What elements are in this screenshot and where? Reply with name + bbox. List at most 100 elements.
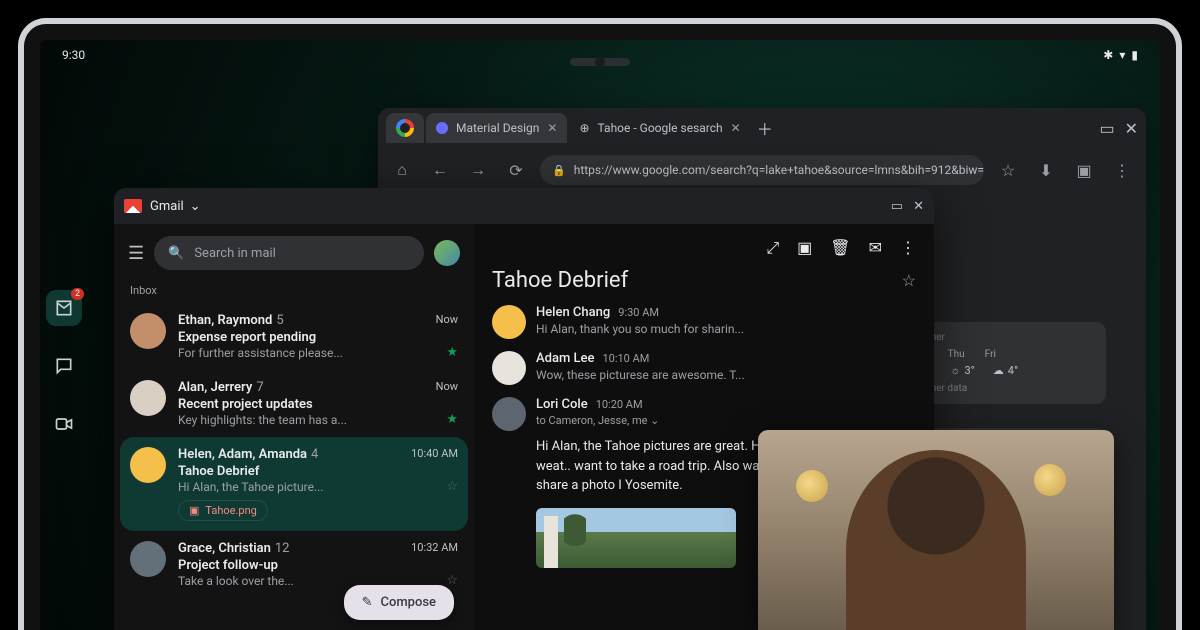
expand-icon[interactable]: ⤢ xyxy=(766,238,779,258)
star-icon[interactable]: ☆ xyxy=(902,271,916,290)
forward-icon[interactable]: → xyxy=(464,160,492,180)
message-snippet: Hi Alan, thank you so much for sharin... xyxy=(536,322,916,336)
sender-name: Helen, Adam, Amanda xyxy=(178,447,307,462)
email-subject: Project follow-up xyxy=(178,558,458,573)
delete-icon[interactable]: 🗑 xyxy=(830,238,850,258)
inbox-label: Inbox xyxy=(120,274,468,303)
attachment-chip[interactable]: ▣Tahoe.png xyxy=(178,500,268,521)
email-time: 10:40 AM xyxy=(411,447,458,462)
window-controls: ▭ ✕ xyxy=(1099,119,1138,138)
compose-button[interactable]: ✎ Compose xyxy=(344,585,454,620)
home-icon[interactable]: ⌂ xyxy=(388,160,416,180)
app-dock xyxy=(40,250,88,630)
star-icon[interactable]: ☆ xyxy=(446,479,458,494)
battery-icon: ▮ xyxy=(1131,48,1138,62)
new-tab-button[interactable]: ＋ xyxy=(753,116,777,140)
email-snippet: Key highlights: the team has a... xyxy=(178,413,347,427)
gmail-title-text: Gmail xyxy=(150,199,184,214)
sender-avatar xyxy=(130,380,166,416)
star-icon[interactable]: ★ xyxy=(446,412,458,427)
email-subject: Expense report pending xyxy=(178,330,458,345)
star-icon[interactable]: ☆ xyxy=(446,573,458,588)
email-list-pane: ☰ 🔍 Search in mail Inbox Ethan, Raymond5… xyxy=(114,224,474,630)
message-time: 10:10 AM xyxy=(602,352,649,365)
thread-count: 5 xyxy=(276,313,283,328)
image-icon: ▣ xyxy=(189,504,199,517)
thread-title: Tahoe Debrief xyxy=(492,268,628,293)
search-input[interactable]: 🔍 Search in mail xyxy=(154,236,424,270)
message-sender: Adam Lee xyxy=(536,351,594,366)
status-time: 9:30 xyxy=(62,48,85,62)
sender-avatar xyxy=(130,447,166,483)
email-item[interactable]: Alan, Jerrery7 Now Recent project update… xyxy=(120,370,468,437)
gmail-app-title[interactable]: Gmail ⌄ xyxy=(150,199,883,214)
extensions-icon[interactable]: ▣ xyxy=(1070,161,1098,180)
weather-day: Fri xyxy=(985,349,996,360)
weather-day: Thu xyxy=(948,349,965,360)
mark-unread-icon[interactable]: ✉ xyxy=(869,238,882,258)
tab-label: Tahoe - Google sesarch xyxy=(598,121,723,135)
close-window-icon[interactable]: ✕ xyxy=(1125,119,1138,138)
weather-footer: Weather data xyxy=(908,383,1094,394)
cloud-icon: ☁ xyxy=(993,364,1004,377)
dock-video-icon[interactable] xyxy=(46,406,82,442)
message-recipients[interactable]: to Cameron, Jesse, me ⌄ xyxy=(536,414,812,427)
tab-material-design[interactable]: Material Design ✕ xyxy=(426,113,567,143)
maximize-icon[interactable]: ▭ xyxy=(891,199,903,214)
search-icon: 🔍 xyxy=(168,246,184,261)
video-call-pip[interactable] xyxy=(758,430,1114,630)
video-participant xyxy=(846,450,1026,630)
hamburger-menu-icon[interactable]: ☰ xyxy=(128,243,144,264)
email-snippet: Take a look over the... xyxy=(178,574,294,588)
chrome-icon xyxy=(396,119,414,137)
attached-image[interactable] xyxy=(536,508,736,568)
tab-1[interactable] xyxy=(386,113,424,143)
gmail-logo-icon xyxy=(124,199,142,213)
more-icon[interactable]: ⋮ xyxy=(900,238,916,258)
material-favicon-icon xyxy=(436,122,448,134)
weather-title: Weather xyxy=(908,332,1094,343)
email-subject: Tahoe Debrief xyxy=(178,464,458,479)
camera-notch xyxy=(570,58,630,66)
close-tab-icon[interactable]: ✕ xyxy=(547,121,557,135)
sender-name: Alan, Jerrery xyxy=(178,380,252,395)
download-icon[interactable]: ⬇ xyxy=(1032,161,1060,180)
archive-icon[interactable]: ▣ xyxy=(797,238,812,258)
browser-toolbar: ⌂ ← → ⟳ 🔒 https://www.google.com/search?… xyxy=(378,148,1146,192)
message-time: 9:30 AM xyxy=(618,306,659,319)
thread-toolbar: ⤢ ▣ 🗑 ✉ ⋮ xyxy=(492,238,916,258)
email-item[interactable]: Ethan, Raymond5 Now Expense report pendi… xyxy=(120,303,468,370)
thread-count: 4 xyxy=(311,447,318,462)
sender-avatar xyxy=(492,305,526,339)
maximize-icon[interactable]: ▭ xyxy=(1099,119,1114,138)
search-placeholder: Search in mail xyxy=(194,246,276,261)
message-sender: Lori Cole xyxy=(536,397,588,412)
close-window-icon[interactable]: ✕ xyxy=(913,199,924,214)
menu-icon[interactable]: ⋮ xyxy=(1108,161,1136,180)
thread-message[interactable]: Helen Chang 9:30 AM Hi Alan, thank you s… xyxy=(492,305,916,339)
email-item[interactable]: Helen, Adam, Amanda 4 10:40 AM Tahoe Debr… xyxy=(120,437,468,531)
sender-avatar xyxy=(492,351,526,385)
account-avatar[interactable] xyxy=(434,240,460,266)
back-icon[interactable]: ← xyxy=(426,160,454,180)
star-icon[interactable]: ★ xyxy=(446,345,458,360)
lamp-decor xyxy=(796,470,828,502)
close-tab-icon[interactable]: ✕ xyxy=(731,121,741,135)
tab-tahoe-search[interactable]: ⊕ Tahoe - Google sesarch ✕ xyxy=(569,113,750,143)
dock-mail-icon[interactable] xyxy=(46,290,82,326)
email-time: Now xyxy=(436,313,458,328)
bookmark-icon[interactable]: ☆ xyxy=(994,161,1022,180)
gmail-titlebar: Gmail ⌄ ▭ ✕ xyxy=(114,188,934,224)
url-text: https://www.google.com/search?q=lake+tah… xyxy=(574,163,984,177)
temp: 4° xyxy=(1008,364,1018,377)
tab-strip: Material Design ✕ ⊕ Tahoe - Google sesar… xyxy=(378,108,1146,148)
temp: 3° xyxy=(964,364,974,377)
wifi-icon: ▾ xyxy=(1119,48,1125,62)
dock-chat-icon[interactable] xyxy=(46,348,82,384)
sender-name: Grace, Christian xyxy=(178,541,271,556)
url-bar[interactable]: 🔒 https://www.google.com/search?q=lake+t… xyxy=(540,155,984,185)
thread-message[interactable]: Adam Lee 10:10 AM Wow, these picturese a… xyxy=(492,351,916,385)
thread-count: 7 xyxy=(256,380,263,395)
sender-avatar xyxy=(130,313,166,349)
reload-icon[interactable]: ⟳ xyxy=(502,161,530,180)
